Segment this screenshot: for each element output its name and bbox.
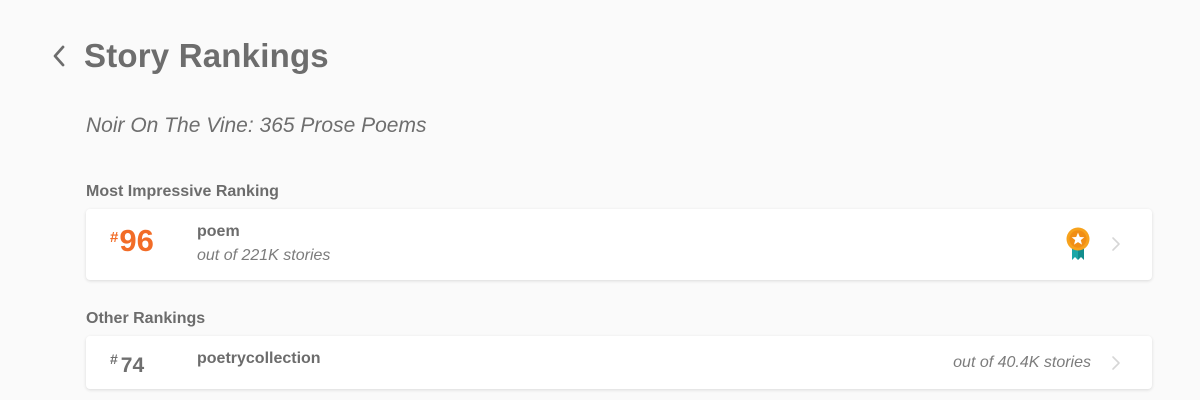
page-header: Story Rankings (48, 34, 329, 78)
story-title: Noir On The Vine: 365 Prose Poems (86, 114, 427, 137)
rank-number: 96 (119, 223, 154, 258)
chevron-left-icon (53, 45, 65, 67)
ranking-out-of: out of 40.4K stories (953, 354, 1091, 371)
ranking-card[interactable]: # 74 poetrycollection out of 40.4K stori… (86, 336, 1152, 389)
rank-number: 74 (120, 354, 145, 377)
ranking-tag: poetrycollection (197, 350, 321, 367)
other-rankings-label: Other Rankings (86, 310, 206, 327)
rank: # 96 (110, 225, 154, 256)
chevron-right-icon (1112, 237, 1120, 251)
rank-hash: # (110, 229, 119, 246)
most-impressive-ranking-label: Most Impressive Ranking (86, 183, 279, 200)
most-impressive-ranking-card[interactable]: # 96 poem out of 221K stories (86, 209, 1152, 280)
ranking-tag: poem (197, 223, 240, 240)
chevron-right-icon (1112, 356, 1120, 370)
page-title: Story Rankings (84, 37, 329, 74)
award-ribbon-icon (1066, 227, 1090, 260)
rank-hash: # (110, 351, 118, 367)
rank: # 74 (110, 350, 144, 376)
back-button[interactable] (48, 41, 70, 71)
ranking-out-of: out of 221K stories (197, 247, 331, 264)
